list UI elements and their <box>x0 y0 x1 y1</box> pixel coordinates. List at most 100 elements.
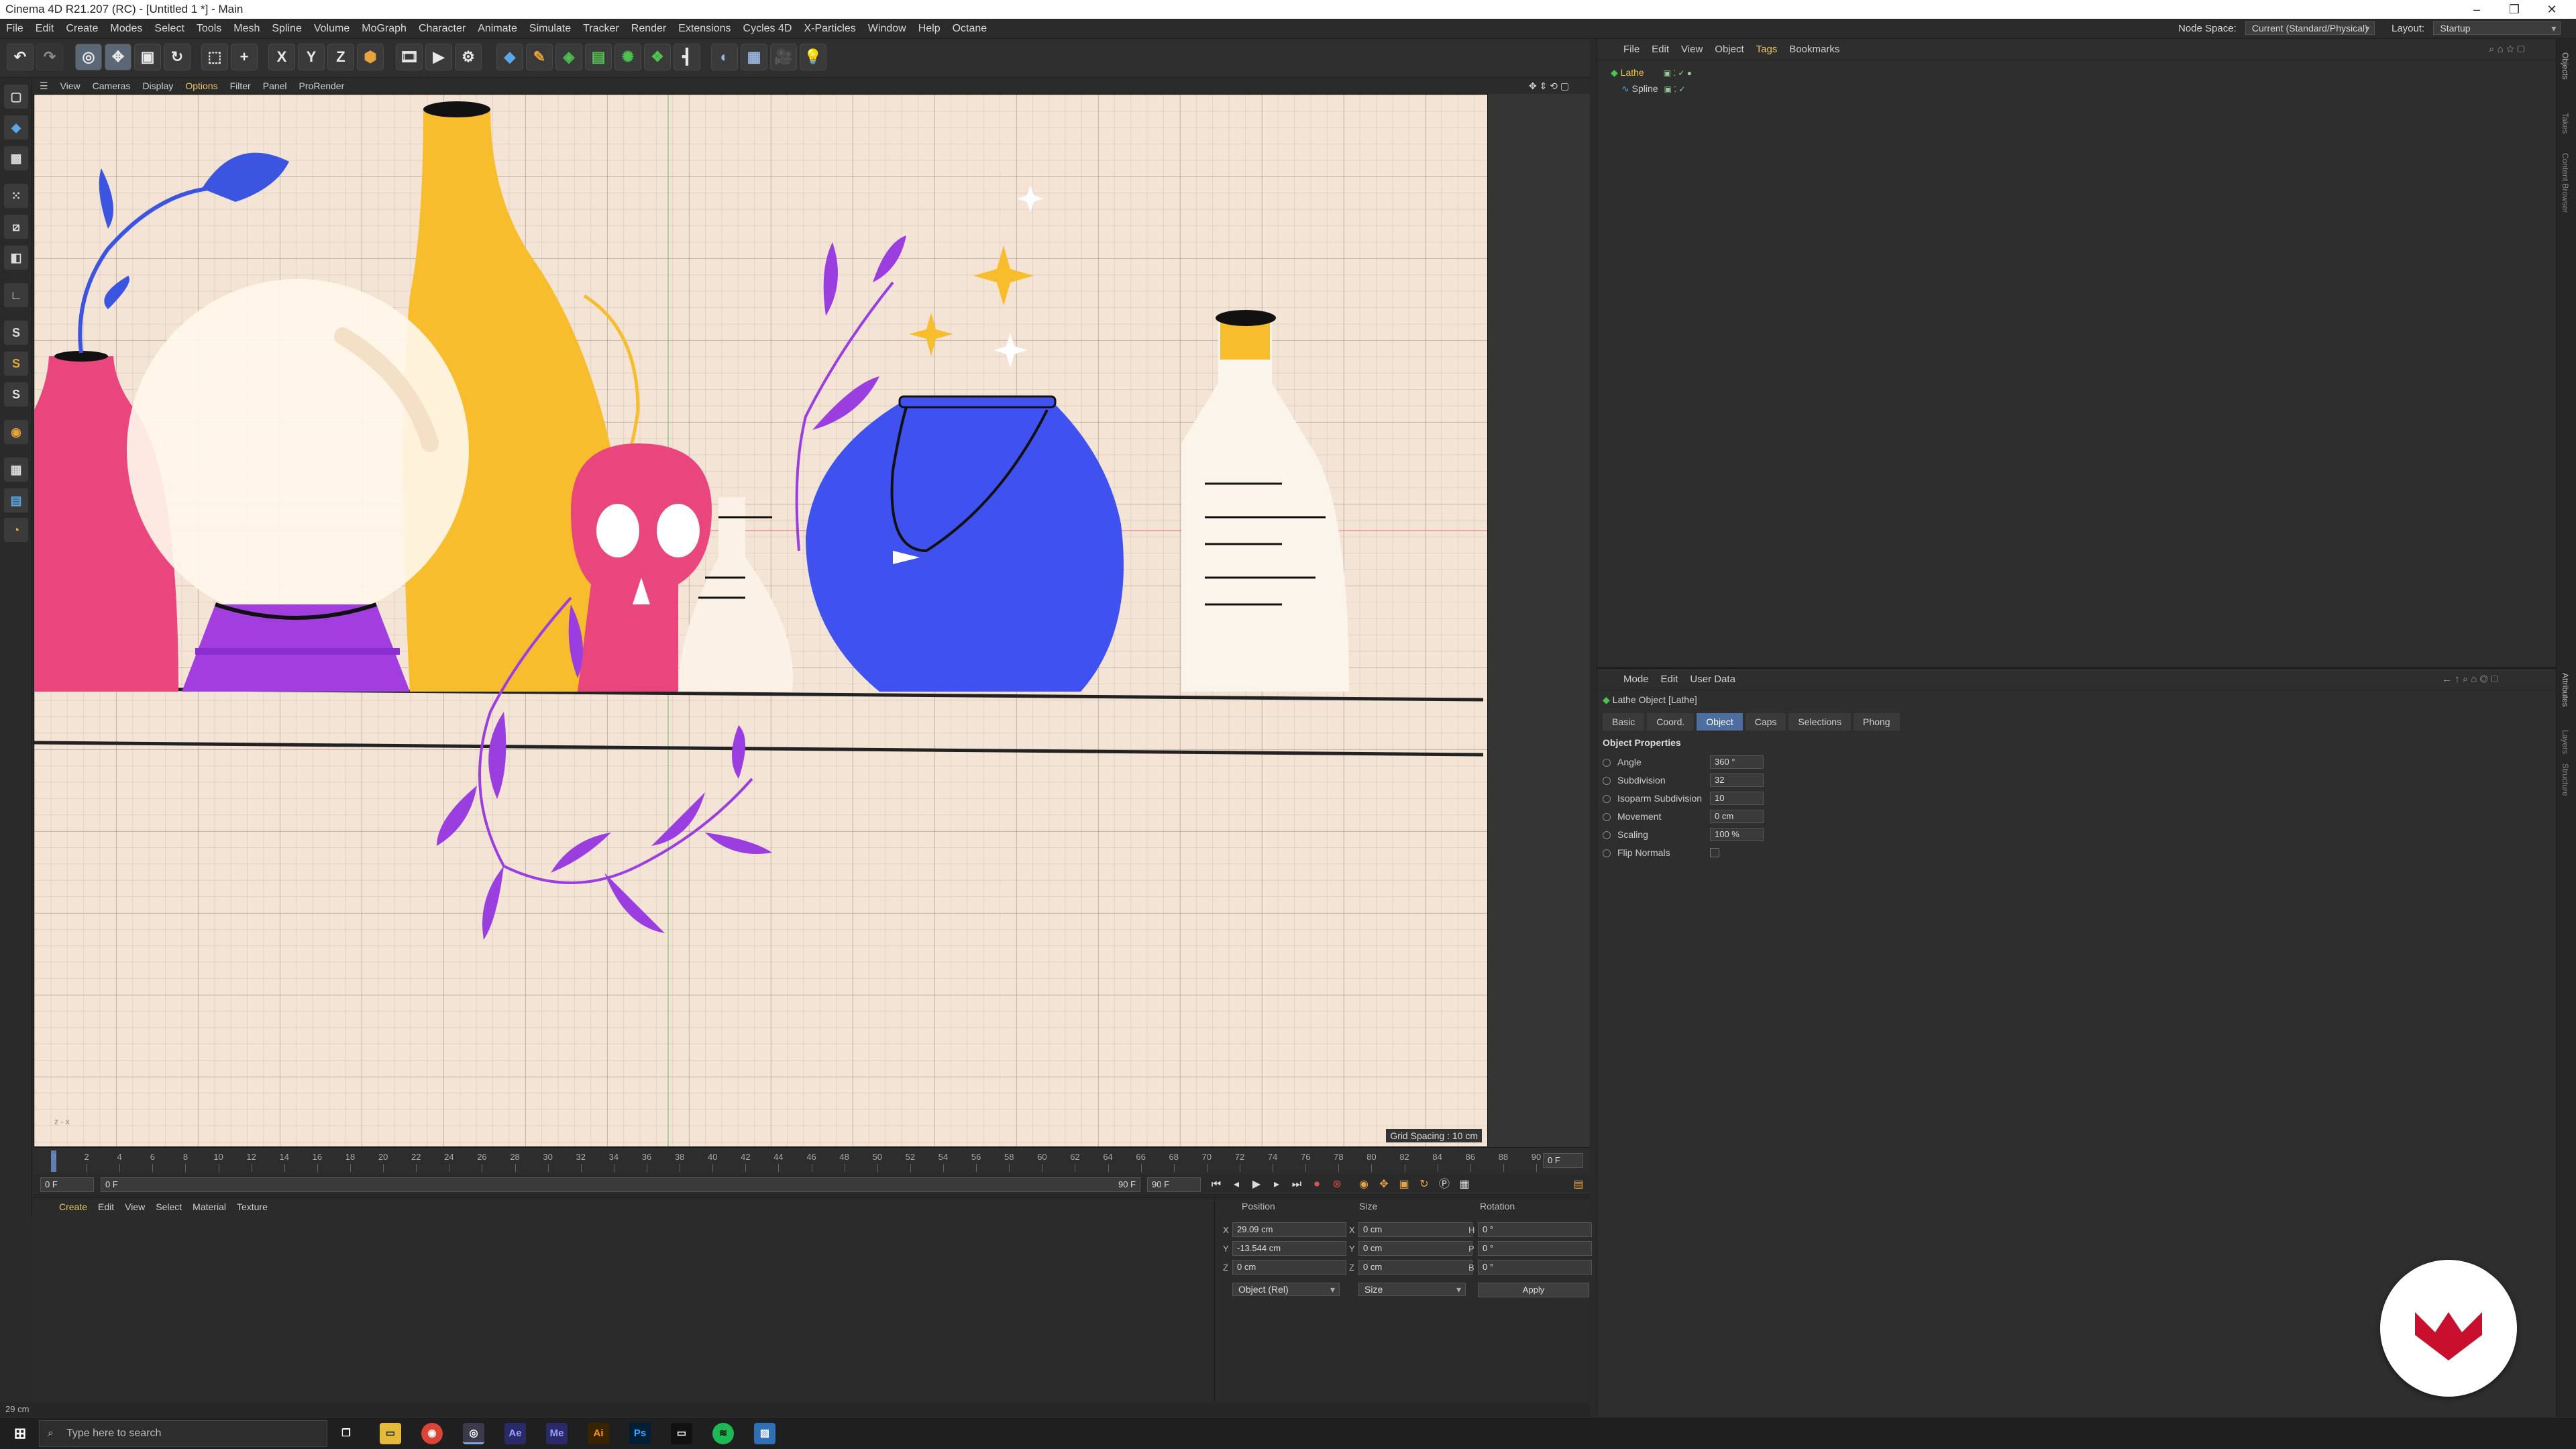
side-tab-structure[interactable]: Structure <box>2561 763 2570 796</box>
menu-simulate[interactable]: Simulate <box>523 19 577 39</box>
cinema4d-icon[interactable]: ◎ <box>463 1423 484 1444</box>
texture-mode-icon[interactable]: ▩ <box>4 146 28 170</box>
move-tool-icon[interactable]: ✥ <box>105 44 131 70</box>
spline-visibility-icons[interactable]: ▣ ⁚ ✓ <box>1664 85 1686 94</box>
anim-dot-icon[interactable] <box>1603 777 1611 786</box>
vp-menu-prorender[interactable]: ProRender <box>293 78 351 94</box>
subdivision-field[interactable]: 32 <box>1710 773 1764 787</box>
menu-tools[interactable]: Tools <box>191 19 227 39</box>
size-mode-dropdown[interactable]: Size <box>1358 1283 1466 1296</box>
key-pla-icon[interactable]: ▦ <box>1456 1177 1473 1193</box>
anim-dot-icon[interactable] <box>1603 813 1611 822</box>
grid-icon[interactable]: ▦ <box>4 458 28 482</box>
current-frame-field[interactable]: 0 F <box>1543 1153 1583 1168</box>
coord-mode-dropdown[interactable]: Object (Rel) <box>1232 1283 1340 1296</box>
scale-tool-icon[interactable]: ▣ <box>134 44 161 70</box>
start-frame-field[interactable]: 0 F <box>40 1177 94 1192</box>
restore-icon[interactable]: ❐ <box>2496 0 2533 19</box>
mat-menu-texture[interactable]: Texture <box>231 1198 273 1216</box>
key-rotation-icon[interactable]: ↻ <box>1415 1177 1433 1193</box>
side-tab-content-browser[interactable]: Content Browser <box>2561 153 2570 213</box>
key-param-icon[interactable]: Ⓟ <box>1436 1177 1453 1193</box>
z-axis-button[interactable]: Z <box>327 44 354 70</box>
size-x-field[interactable]: 0 cm <box>1358 1222 1472 1237</box>
tab-object[interactable]: Object <box>1697 713 1743 731</box>
lock-workplane-icon[interactable]: ▤ <box>4 488 28 513</box>
cube-icon[interactable]: ◆ <box>496 44 523 70</box>
select-tool-icon[interactable]: ◎ <box>75 44 102 70</box>
obj-menu-edit[interactable]: Edit <box>1646 39 1675 60</box>
redo-icon[interactable]: ↷ <box>36 44 63 70</box>
autokey-icon[interactable]: ⊛ <box>1328 1177 1346 1193</box>
menu-animate[interactable]: Animate <box>472 19 523 39</box>
anim-dot-icon[interactable] <box>1603 759 1611 767</box>
rotate-tool-icon[interactable]: ↻ <box>164 44 191 70</box>
menu-render[interactable]: Render <box>625 19 672 39</box>
light-icon[interactable]: 💡 <box>800 44 826 70</box>
file-explorer-icon[interactable]: ▭ <box>380 1423 401 1444</box>
key-position-icon[interactable]: ✥ <box>1375 1177 1393 1193</box>
minimize-icon[interactable]: – <box>2458 0 2496 19</box>
mat-menu-view[interactable]: View <box>119 1198 150 1216</box>
mat-menu-material[interactable]: Material <box>187 1198 231 1216</box>
mat-menu-edit[interactable]: Edit <box>93 1198 119 1216</box>
snap-settings-icon[interactable]: S <box>4 382 28 407</box>
menu-mesh[interactable]: Mesh <box>227 19 266 39</box>
camera-icon[interactable]: 🎥 <box>770 44 797 70</box>
object-search-icons[interactable]: ⌕ ⌂ ☆ ▢ <box>2483 39 2531 60</box>
task-view-icon[interactable]: ❐ <box>335 1423 357 1444</box>
menu-modes[interactable]: Modes <box>104 19 148 39</box>
goto-start-icon[interactable]: ⏮ <box>1208 1177 1225 1193</box>
menu-xparticles[interactable]: X-Particles <box>798 19 861 39</box>
menu-help[interactable]: Help <box>912 19 947 39</box>
object-row-lathe[interactable]: ◆ Lathe ▣ ⁚ ✓ ● <box>1611 64 1692 80</box>
polygons-mode-icon[interactable]: ◧ <box>4 246 28 270</box>
workplane-icon[interactable]: ◉ <box>4 420 28 444</box>
obj-menu-file[interactable]: File <box>1617 39 1646 60</box>
app-icon[interactable]: ▭ <box>671 1423 692 1444</box>
subdivision-icon[interactable]: ◈ <box>555 44 582 70</box>
menu-octane[interactable]: Octane <box>947 19 994 39</box>
media-encoder-icon[interactable]: Me <box>546 1423 568 1444</box>
size-z-field[interactable]: 0 cm <box>1358 1260 1472 1275</box>
render-view-icon[interactable]: ▶ <box>425 44 452 70</box>
menu-file[interactable]: File <box>0 19 30 39</box>
floor-icon[interactable]: ▦ <box>741 44 767 70</box>
size-y-field[interactable]: 0 cm <box>1358 1241 1472 1256</box>
apply-button[interactable]: Apply <box>1478 1283 1589 1297</box>
viewport-menu-icon[interactable]: ☰ <box>34 78 54 94</box>
angle-field[interactable]: 360 ° <box>1710 755 1764 769</box>
end-frame-field[interactable]: 90 F <box>1147 1177 1201 1192</box>
undo-icon[interactable]: ↶ <box>7 44 34 70</box>
flip-normals-checkbox[interactable] <box>1710 848 1719 857</box>
tab-selections[interactable]: Selections <box>1788 713 1851 731</box>
isoparm-field[interactable]: 10 <box>1710 792 1764 805</box>
mat-menu-create[interactable]: Create <box>54 1198 93 1216</box>
attr-menu-mode[interactable]: Mode <box>1617 669 1655 690</box>
rotation-h-field[interactable]: 0 ° <box>1478 1222 1592 1237</box>
quantize-icon[interactable]: ◔ <box>4 518 28 542</box>
pen-icon[interactable]: ✎ <box>526 44 553 70</box>
obj-menu-tags[interactable]: Tags <box>1750 39 1784 60</box>
layout-dropdown[interactable]: Startup <box>2433 21 2561 35</box>
side-tab-takes[interactable]: Takes <box>2561 113 2570 133</box>
tab-coord[interactable]: Coord. <box>1647 713 1695 731</box>
field-icon[interactable]: ❖ <box>644 44 671 70</box>
record-icon[interactable]: ⏺ <box>1308 1177 1326 1193</box>
taskbar-search-box[interactable]: ⌕ Type here to search <box>39 1420 327 1447</box>
photoshop-icon[interactable]: Ps <box>629 1423 651 1444</box>
attr-menu-userdata[interactable]: User Data <box>1684 669 1741 690</box>
menu-edit[interactable]: Edit <box>30 19 60 39</box>
movement-field[interactable]: 0 cm <box>1710 810 1764 823</box>
prev-key-icon[interactable]: ◂ <box>1228 1177 1245 1193</box>
vp-menu-panel[interactable]: Panel <box>257 78 293 94</box>
anim-dot-icon[interactable] <box>1603 831 1611 840</box>
node-space-dropdown[interactable]: Current (Standard/Physical) <box>2245 21 2375 35</box>
menu-mograph[interactable]: MoGraph <box>356 19 413 39</box>
timeline-menu-icon[interactable]: ▤ <box>1570 1177 1587 1193</box>
y-axis-button[interactable]: Y <box>298 44 325 70</box>
anim-dot-icon[interactable] <box>1603 849 1611 858</box>
points-mode-icon[interactable]: ⁙ <box>4 184 28 208</box>
keyframe-icon[interactable]: ◉ <box>1355 1177 1373 1193</box>
goto-end-icon[interactable]: ⏭ <box>1288 1177 1305 1193</box>
